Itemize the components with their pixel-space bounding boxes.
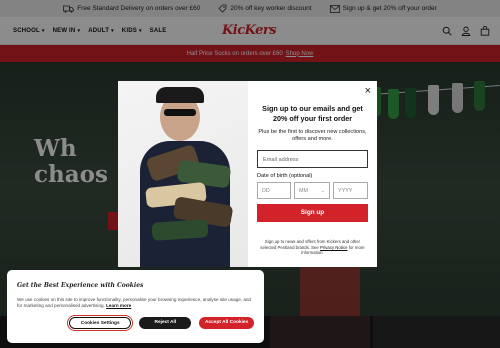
dob-year-field[interactable]: YYYY (333, 182, 368, 199)
email-field[interactable]: Email address (257, 150, 368, 168)
dob-day-field[interactable]: DD (257, 182, 291, 199)
cookie-title: Get the Best Experience with Cookies (17, 282, 144, 289)
signup-modal: × Sign up to our emails and get 20% off … (118, 81, 377, 267)
reject-all-button[interactable]: Reject All (139, 317, 192, 329)
privacy-notice-link[interactable]: Privacy Notice (320, 245, 347, 250)
modal-image (118, 81, 248, 267)
model-hat (156, 87, 204, 103)
signup-button[interactable]: Sign up (257, 204, 368, 222)
cookie-text: We use cookies on this site to improve f… (17, 297, 252, 309)
model-sunglasses (164, 109, 196, 116)
modal-title: Sign up to our emails and get 20% off yo… (262, 104, 363, 123)
chevron-down-icon: ⌄ (320, 188, 325, 194)
signup-form: × Sign up to our emails and get 20% off … (248, 81, 377, 267)
cookie-banner: Get the Best Experience with Cookies We … (7, 270, 264, 343)
close-icon[interactable]: × (365, 86, 371, 97)
cookie-buttons: Cookies Settings Reject All Accept All C… (17, 317, 254, 329)
cookies-settings-button[interactable]: Cookies Settings (69, 317, 132, 329)
dob-month-value: MM (299, 188, 308, 194)
dob-month-select[interactable]: MM ⌄ (294, 182, 330, 199)
accept-all-cookies-button[interactable]: Accept All Cookies (199, 317, 254, 329)
cookie-body: We use cookies on this site to improve f… (17, 297, 251, 308)
terms-text: Sign up to news and offers from Kickers … (257, 239, 368, 256)
dob-fields: DD MM ⌄ YYYY (257, 182, 368, 199)
learn-more-link[interactable]: Learn more (106, 303, 131, 308)
modal-subtitle: Plus be the first to discover new collec… (258, 129, 367, 142)
dob-label: Date of birth (optional) (257, 173, 313, 179)
